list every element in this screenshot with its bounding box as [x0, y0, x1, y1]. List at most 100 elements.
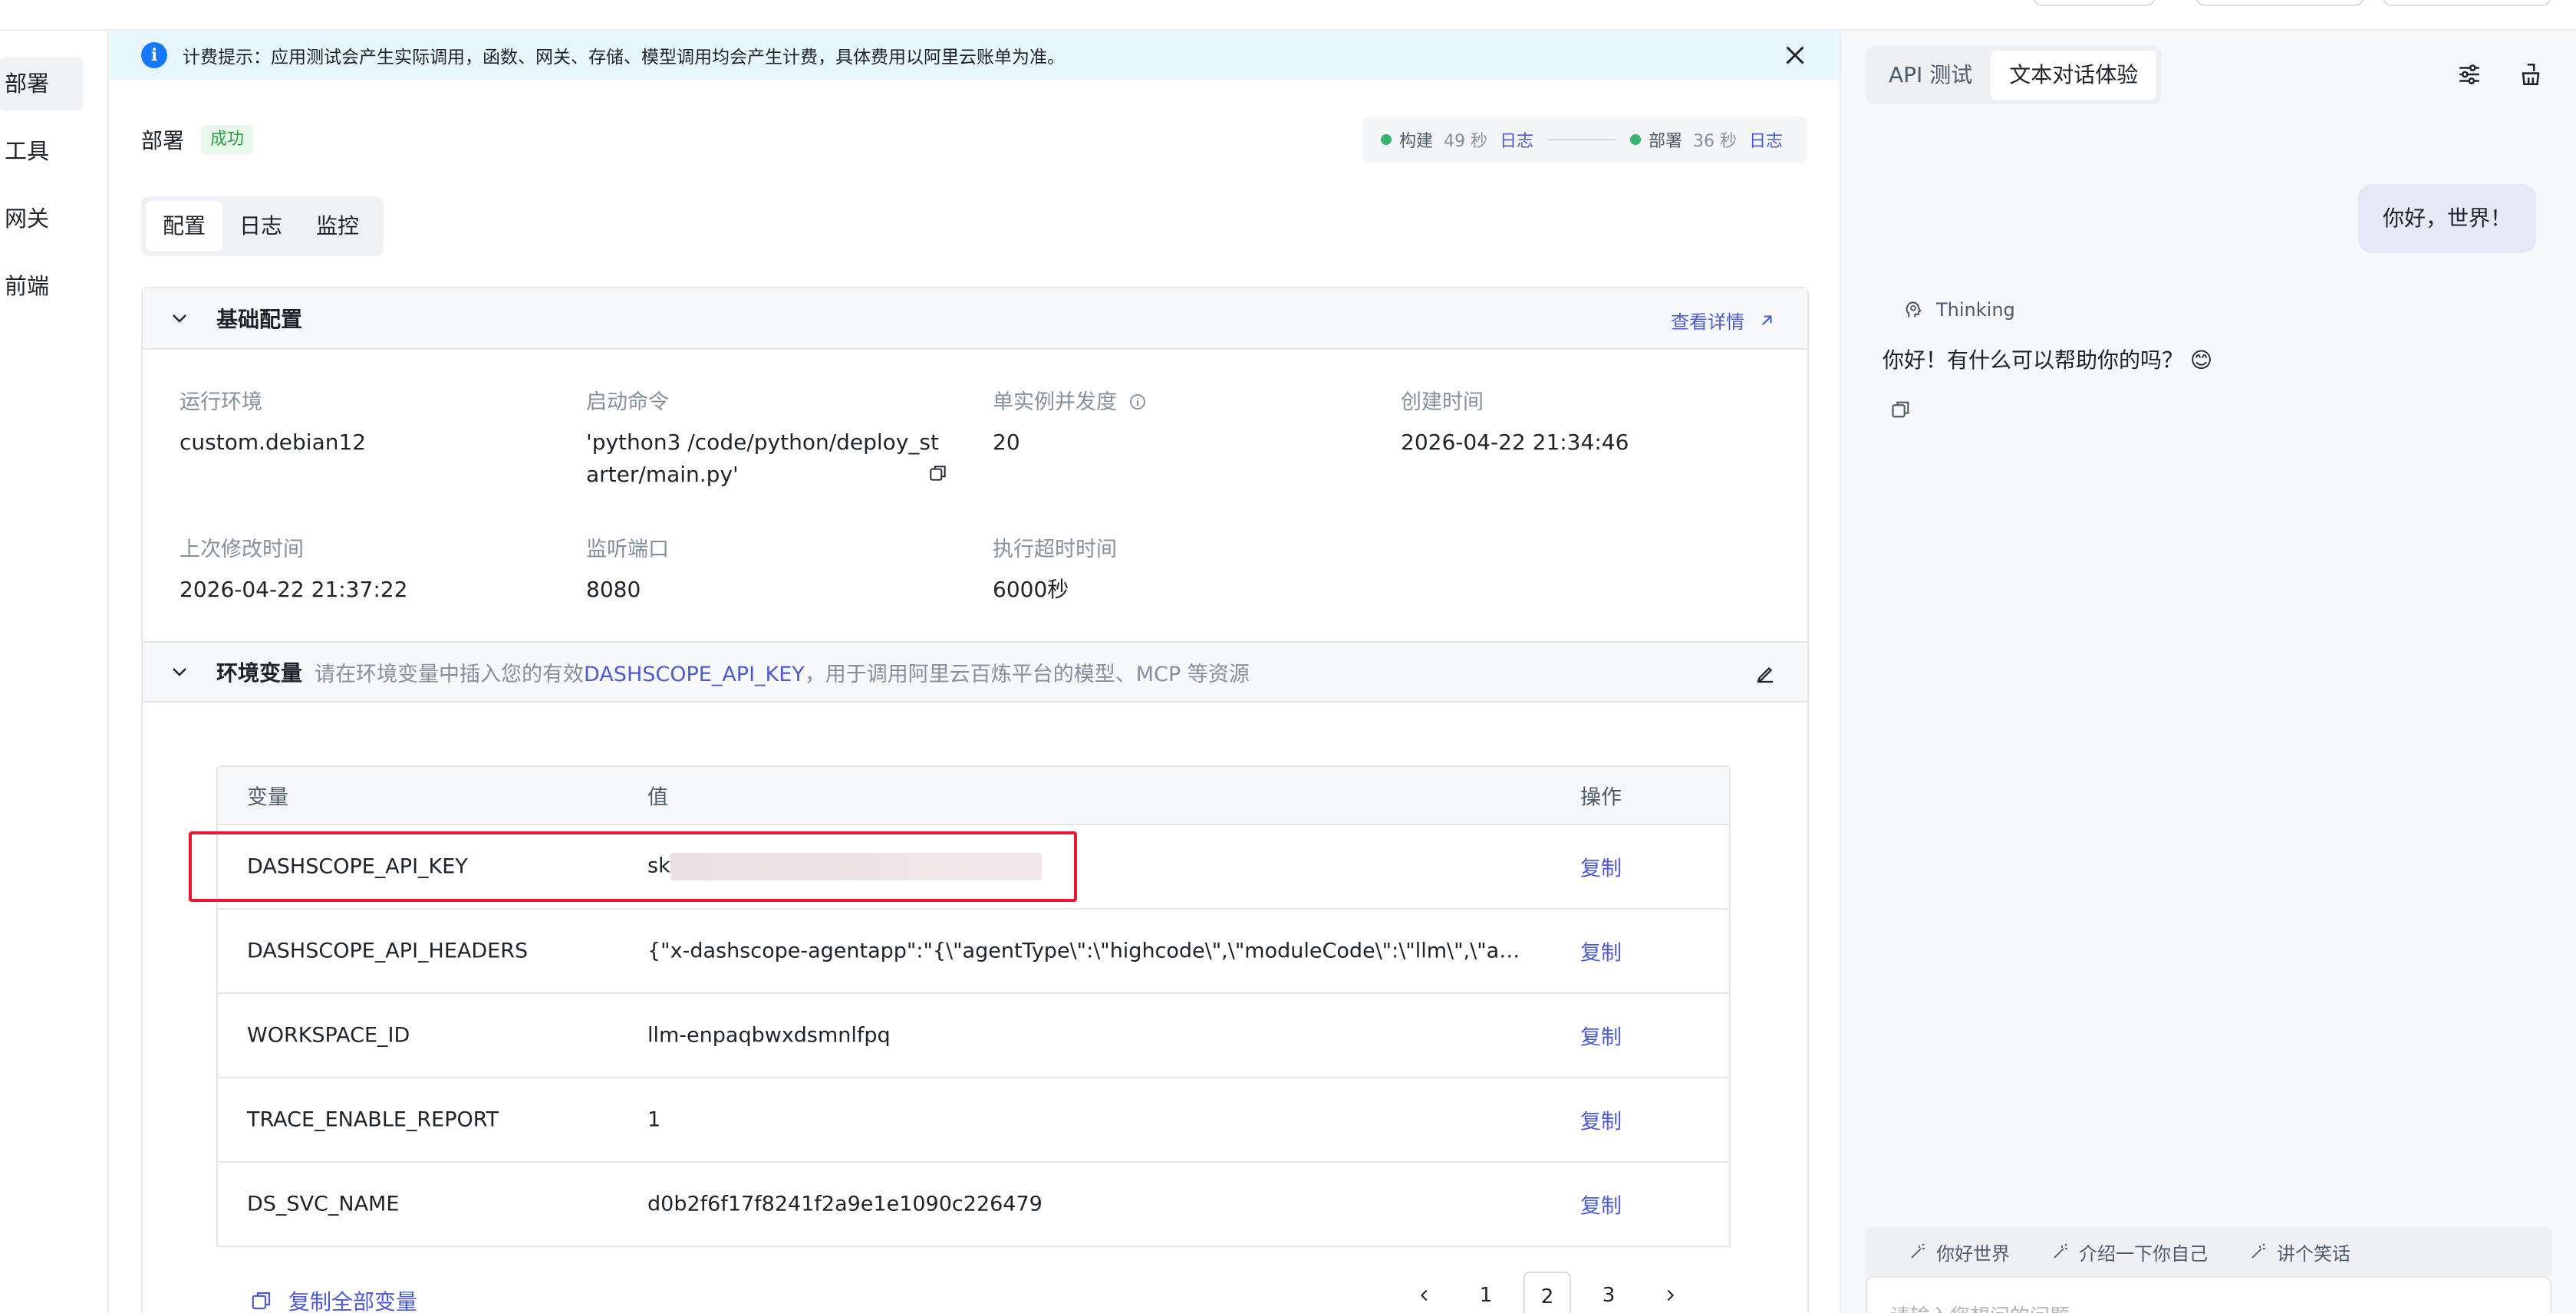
- settings-sliders-icon[interactable]: [2456, 61, 2482, 87]
- suggestion-hello-world[interactable]: 你好世界: [1909, 1239, 2010, 1265]
- tab-monitor[interactable]: 监控: [299, 201, 376, 252]
- env-var-name: DASHSCOPE_API_HEADERS: [247, 939, 529, 963]
- close-icon[interactable]: [1781, 41, 1809, 69]
- suggestion-joke[interactable]: 讲个笑话: [2249, 1239, 2350, 1265]
- copy-all-button[interactable]: 复制全部变量: [250, 1285, 417, 1313]
- copy-button[interactable]: 复制: [1580, 1021, 1622, 1051]
- edit-icon[interactable]: [1754, 663, 1777, 686]
- table-row: DASHSCOPE_API_HEADERS {"x-dashscope-agen…: [218, 910, 1729, 994]
- pagination-page-2[interactable]: 2: [1524, 1272, 1571, 1313]
- chat-input[interactable]: 请输入您想问的问题: [1866, 1276, 2551, 1313]
- table-row: TRACE_ENABLE_REPORT 1 复制: [218, 1078, 1729, 1163]
- deploy-duration: 36 秒: [1693, 132, 1738, 151]
- env-vars-header[interactable]: 环境变量 请在环境变量中插入您的有效DASHSCOPE_API_KEY，用于调用…: [143, 641, 1807, 703]
- env-hint-key: DASHSCOPE_API_KEY: [584, 662, 805, 686]
- tab-config[interactable]: 配置: [146, 201, 223, 252]
- table-row: DS_SVC_NAME d0b2f6f17f8241f2a9e1e1090c22…: [218, 1163, 1729, 1247]
- magic-wand-icon: [1911, 1243, 1925, 1259]
- thinking-icon: [1906, 301, 1922, 318]
- deploy-label: 部署: [1649, 132, 1683, 151]
- top-button-3[interactable]: [2383, 0, 2551, 6]
- copy-icon[interactable]: [1890, 399, 1912, 420]
- pagination-page-3[interactable]: 3: [1585, 1272, 1632, 1313]
- nav-item-frontend[interactable]: 前端: [0, 259, 83, 313]
- deploy-tabs: 配置 日志 监控: [141, 196, 384, 256]
- suggestion-bar: 你好世界 介绍一下你自己 讲个笑话: [1866, 1227, 2551, 1276]
- tab-text-chat[interactable]: 文本对话体验: [1991, 51, 2157, 100]
- pipeline-status: 构建 49 秒 日志 部署 36 秒 日志: [1362, 117, 1807, 163]
- view-details-label: 查看详情: [1671, 311, 1744, 333]
- deploy-status-dot: [1630, 134, 1642, 145]
- suggestion-label: 讲个笑话: [2277, 1242, 2350, 1265]
- nav-item-deploy[interactable]: 部署: [0, 57, 83, 110]
- column-header-value: 值: [647, 785, 668, 810]
- copy-icon[interactable]: [928, 463, 948, 483]
- top-button-1[interactable]: [2033, 0, 2156, 6]
- copy-button[interactable]: 复制: [1580, 1190, 1622, 1219]
- modified-value: 2026-04-22 21:37:22: [180, 577, 408, 602]
- port-label: 监听端口: [586, 538, 669, 561]
- start-cmd-label: 启动命令: [586, 390, 669, 414]
- table-header: 变量 值 操作: [218, 767, 1729, 825]
- view-details-link[interactable]: 查看详情: [1671, 307, 1777, 334]
- chevron-down-icon[interactable]: [170, 663, 189, 681]
- top-bar: [0, 0, 2576, 31]
- copy-all-label: 复制全部变量: [288, 1289, 418, 1313]
- env-var-value: 1: [647, 1107, 661, 1132]
- copy-button[interactable]: 复制: [1580, 936, 1622, 966]
- created-label: 创建时间: [1401, 390, 1484, 414]
- env-var-value: d0b2f6f17f8241f2a9e1e1090c226479: [647, 1192, 1043, 1216]
- page-title: 部署: [141, 128, 185, 153]
- build-status-dot: [1381, 134, 1392, 145]
- thinking-indicator[interactable]: Thinking: [1902, 299, 2015, 321]
- assistant-reply: 你好！有什么可以帮助你的吗？ 😊: [1883, 347, 2213, 373]
- timeout-value: 6000秒: [993, 577, 1069, 602]
- info-icon: i: [141, 42, 167, 68]
- nav-item-tools[interactable]: 工具: [0, 124, 83, 178]
- copy-icon: [252, 1292, 271, 1310]
- tab-logs[interactable]: 日志: [222, 201, 299, 252]
- build-log-link[interactable]: 日志: [1500, 127, 1533, 152]
- status-badge: 成功: [201, 125, 254, 154]
- top-button-2[interactable]: [2196, 0, 2364, 6]
- runtime-value: custom.debian12: [180, 429, 367, 455]
- pagination-prev[interactable]: [1401, 1272, 1448, 1313]
- env-hint-after: ，用于调用阿里云百炼平台的模型、MCP 等资源: [804, 662, 1250, 686]
- env-var-value: llm-enpaqbwxdsmnlfpq: [647, 1023, 891, 1048]
- concurrency-label: 单实例并发度: [993, 385, 1147, 415]
- left-nav: 部署 工具 网关 前端: [0, 31, 109, 1313]
- billing-notice: i 计费提示：应用测试会产生实际调用，函数、网关、存储、模型调用均会产生计费，具…: [110, 31, 1840, 80]
- chevron-down-icon[interactable]: [170, 309, 189, 327]
- highlight-box: [189, 831, 1077, 902]
- copy-button[interactable]: 复制: [1580, 1105, 1622, 1135]
- nav-item-gateway[interactable]: 网关: [0, 192, 83, 245]
- build-duration: 49 秒: [1444, 132, 1488, 151]
- suggestion-label: 你好世界: [1936, 1242, 2010, 1265]
- deploy-log-link[interactable]: 日志: [1749, 127, 1783, 152]
- env-var-name: TRACE_ENABLE_REPORT: [247, 1107, 499, 1132]
- basic-config-header[interactable]: 基础配置 查看详情: [143, 288, 1807, 350]
- suggestion-introduce[interactable]: 介绍一下你自己: [2051, 1239, 2208, 1265]
- env-hint-before: 请在环境变量中插入您的有效: [315, 662, 585, 686]
- env-var-name: WORKSPACE_ID: [247, 1023, 410, 1048]
- env-vars-hint: 请在环境变量中插入您的有效DASHSCOPE_API_KEY，用于调用阿里云百炼…: [315, 657, 1250, 687]
- column-header-variable: 变量: [247, 785, 288, 810]
- pagination-next[interactable]: [1646, 1272, 1694, 1313]
- thinking-label: Thinking: [1936, 299, 2015, 321]
- runtime-label: 运行环境: [180, 390, 262, 414]
- pagination-page-1[interactable]: 1: [1462, 1272, 1510, 1313]
- copy-button[interactable]: 复制: [1580, 852, 1622, 882]
- env-var-name: DS_SVC_NAME: [247, 1192, 400, 1216]
- concurrency-value: 20: [993, 429, 1020, 455]
- chevron-right-icon: [1667, 1289, 1675, 1301]
- start-cmd-value-line2: arter/main.py': [586, 462, 739, 487]
- column-header-action: 操作: [1580, 785, 1622, 810]
- tab-api-test[interactable]: API 测试: [1870, 51, 1991, 100]
- port-value: 8080: [586, 577, 641, 602]
- basic-config-title: 基础配置: [216, 307, 303, 332]
- env-vars-title: 环境变量: [216, 660, 303, 686]
- info-circle-icon[interactable]: [1128, 393, 1147, 411]
- timeout-label: 执行超时时间: [993, 538, 1117, 561]
- clear-chat-icon[interactable]: [2518, 61, 2544, 87]
- build-label: 构建: [1399, 132, 1434, 151]
